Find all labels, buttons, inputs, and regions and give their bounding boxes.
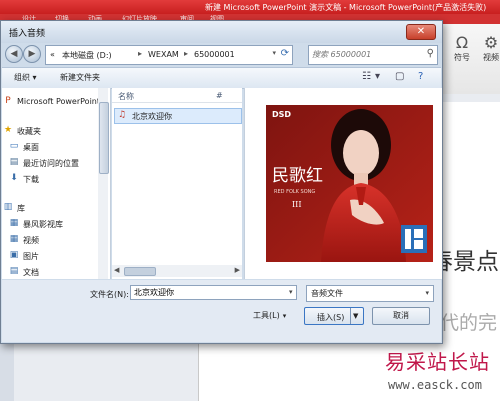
sidebar-item-label: Microsoft PowerPoint: [17, 97, 100, 106]
scroll-thumb[interactable]: [124, 267, 156, 276]
cover-badge: DSD: [272, 110, 291, 119]
navigation-pane: P Microsoft PowerPoint ★ 收藏夹 ▭ 桌面 ▤ 最近访问…: [2, 88, 111, 279]
library-icon: ▥: [3, 202, 13, 212]
download-icon: ⬇: [10, 173, 18, 183]
refresh-icon[interactable]: ⟳: [281, 48, 289, 59]
column-header-row: 名称 #: [112, 88, 242, 103]
address-bar[interactable]: « 本地磁盘 (D:) ▸ WEXAM ▸ 65000001 ▾ ⟳: [45, 45, 293, 65]
split-divider: [350, 308, 351, 324]
breadcrumb-drive[interactable]: 本地磁盘 (D:): [62, 50, 112, 61]
cancel-button[interactable]: 取消: [372, 307, 430, 325]
picture-icon: ▣: [9, 250, 19, 260]
album-cover-image: DSD 民歌红 RED FOLK SONG III: [266, 105, 433, 262]
address-dropdown-icon[interactable]: ▾: [272, 49, 276, 57]
star-icon: ★: [3, 125, 13, 135]
back-button[interactable]: ◀: [5, 45, 23, 63]
filename-field[interactable]: [130, 285, 297, 300]
dialog-toolbar: 组织 ▾ 新建文件夹 ☷ ▾ ▢ ?: [2, 67, 441, 89]
powerpoint-icon: P: [5, 96, 11, 106]
cover-volume: III: [292, 200, 301, 209]
preview-pane: DSD 民歌红 RED FOLK SONG III: [244, 88, 442, 279]
sidebar-item-label: 暴风影视库: [23, 220, 63, 229]
video-icon: ⚙: [483, 33, 499, 52]
forward-button[interactable]: ▶: [23, 45, 41, 63]
sidebar-item-label: 文档: [23, 268, 39, 277]
file-list: 名称 # ♫ 北京欢迎你 ◀ ▶: [112, 88, 242, 279]
audio-file-icon: ♫: [118, 110, 127, 120]
forward-arrow-icon: ▶: [28, 49, 36, 59]
symbol-button[interactable]: Ω 符号: [449, 34, 475, 63]
watermark-text: 易采站长站: [385, 350, 490, 374]
symbol-label: 符号: [454, 53, 470, 62]
ppt-window-title: 新建 Microsoft PowerPoint 演示文稿 - Microsoft…: [205, 3, 487, 12]
watermark-url: www.easck.com: [388, 378, 482, 392]
view-options-icon[interactable]: ☷: [362, 71, 371, 82]
desktop-icon: ▭: [9, 141, 19, 151]
tools-button[interactable]: 工具(L) ▾: [253, 310, 286, 321]
cover-title: 民歌红: [272, 166, 323, 186]
breadcrumb-folder[interactable]: 65000001: [194, 50, 235, 59]
close-icon: ✕: [416, 26, 426, 37]
insert-audio-dialog: 插入音频 ✕ ◀ ▶ « 本地磁盘 (D:) ▸ WEXAM ▸ 6500000…: [0, 20, 443, 344]
video-label: 视频: [483, 53, 499, 62]
file-name: 北京欢迎你: [132, 112, 172, 121]
dialog-titlebar[interactable]: 插入音频 ✕: [1, 21, 442, 43]
filename-label: 文件名(N):: [90, 290, 129, 299]
view-dropdown-icon[interactable]: ▾: [375, 71, 380, 82]
preview-pane-icon[interactable]: ▢: [395, 71, 404, 82]
video-icon: ▦: [9, 234, 19, 244]
document-icon: ▤: [9, 266, 19, 276]
insert-label: 插入(S): [317, 313, 345, 322]
file-type-value: 音频文件: [311, 289, 343, 298]
help-icon[interactable]: ?: [418, 71, 423, 82]
chevron-down-icon: ▾: [282, 312, 287, 320]
scroll-left-icon[interactable]: ◀: [114, 266, 119, 274]
sidebar-item-label: 最近访问的位置: [23, 159, 79, 168]
file-row[interactable]: ♫ 北京欢迎你: [114, 108, 242, 124]
insert-dropdown-icon[interactable]: ▼: [353, 312, 358, 320]
ppt-titlebar: 新建 Microsoft PowerPoint 演示文稿 - Microsoft…: [0, 0, 500, 14]
chevron-down-icon: ▾: [425, 289, 429, 297]
dialog-footer: 文件名(N): ▾ 音频文件 ▾ 工具(L)▾ 插入(S) ▼ 取消: [2, 280, 441, 342]
nav-scrollbar[interactable]: [98, 88, 109, 279]
search-input[interactable]: [309, 46, 423, 62]
scroll-right-icon[interactable]: ▶: [235, 266, 240, 274]
file-list-scrollbar[interactable]: ◀ ▶: [112, 265, 242, 277]
column-header-name[interactable]: 名称: [118, 91, 134, 102]
omega-icon: Ω: [455, 33, 469, 52]
organize-button[interactable]: 组织 ▾: [14, 72, 37, 83]
new-folder-button[interactable]: 新建文件夹: [60, 72, 100, 83]
breadcrumb-separator-icon[interactable]: ▸: [138, 49, 142, 58]
breadcrumb-overflow[interactable]: «: [50, 50, 55, 59]
sidebar-item-label: 库: [17, 204, 25, 213]
sidebar-item-label: 收藏夹: [17, 127, 41, 136]
dialog-title: 插入音频: [9, 29, 46, 39]
video-library-icon: ▦: [9, 218, 19, 228]
nav-scroll-thumb[interactable]: [99, 102, 109, 174]
filename-dropdown-icon[interactable]: ▾: [289, 288, 293, 296]
recent-icon: ▤: [9, 157, 19, 167]
sidebar-item-label: 视频: [23, 236, 39, 245]
search-icon[interactable]: ⚲: [427, 48, 434, 59]
search-box[interactable]: ⚲: [308, 45, 438, 65]
slide-text-2: 代的完: [440, 312, 498, 334]
close-button[interactable]: ✕: [406, 24, 436, 40]
sidebar-item-label: 桌面: [23, 143, 39, 152]
sidebar-item-label: 图片: [23, 252, 39, 261]
video-button[interactable]: ⚙ 视频: [480, 34, 500, 63]
navigation-row: ◀ ▶ « 本地磁盘 (D:) ▸ WEXAM ▸ 65000001 ▾ ⟳ ⚲: [1, 43, 442, 67]
sidebar-item-label: 下载: [23, 175, 39, 184]
back-arrow-icon: ◀: [10, 49, 18, 59]
tools-label: 工具(L): [253, 311, 280, 320]
breadcrumb-separator-icon[interactable]: ▸: [184, 49, 188, 58]
cover-subtitle: RED FOLK SONG: [274, 189, 315, 195]
breadcrumb-wexam[interactable]: WEXAM: [148, 50, 179, 59]
file-type-select[interactable]: 音频文件 ▾: [306, 285, 434, 302]
insert-button[interactable]: 插入(S) ▼: [304, 307, 364, 325]
column-header-number[interactable]: #: [216, 91, 223, 100]
